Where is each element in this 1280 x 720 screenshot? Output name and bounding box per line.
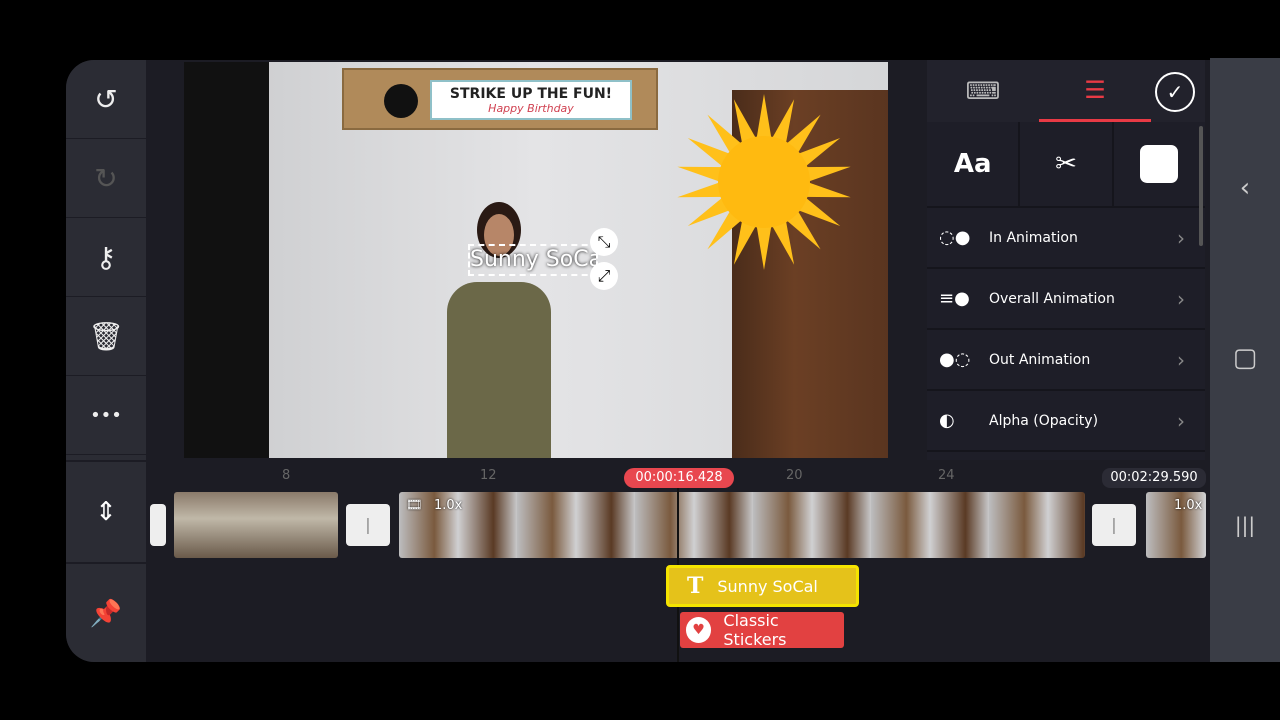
alpha-icon: ◐ <box>939 410 955 431</box>
undo-button[interactable]: ↺ <box>66 60 146 139</box>
row-label: Overall Animation <box>989 290 1115 307</box>
ruler-tick: 20 <box>786 468 803 483</box>
font-button[interactable]: Aa <box>927 122 1021 206</box>
recents-icon[interactable]: ||| <box>1210 513 1280 537</box>
alpha-row[interactable]: ◐ Alpha (Opacity) › <box>927 391 1205 452</box>
out-animation-icon: ●◌ <box>939 349 971 370</box>
chevron-right-icon: › <box>1177 347 1185 372</box>
text-layer-selection[interactable]: Sunny SoCal <box>468 244 598 276</box>
person <box>429 202 569 458</box>
redo-button[interactable]: ↻ <box>66 139 146 218</box>
overall-animation-row[interactable]: ≡● Overall Animation › <box>927 269 1205 330</box>
panel-scrollbar[interactable] <box>1199 126 1203 246</box>
text-clip-label: Sunny SoCal <box>717 576 818 596</box>
banner-subtitle: Happy Birthday <box>488 102 574 115</box>
undo-icon: ↺ <box>94 82 118 116</box>
pin-button[interactable]: 📌 <box>66 564 146 662</box>
text-t-icon: T <box>687 573 704 599</box>
transition-button[interactable] <box>150 504 166 546</box>
more-button[interactable]: ••• <box>66 376 146 455</box>
split-view-icon: ⇕ <box>95 497 117 527</box>
text-clip[interactable]: T Sunny SoCal <box>666 565 859 607</box>
speed-label: 1.0x <box>434 498 463 513</box>
key-icon: ⚷ <box>95 240 117 274</box>
text-options-panel: ⌨ ☰ ✓ Aa ✂ ◌● In Animation › ≡● Overall Ani… <box>927 60 1205 460</box>
timeline: ⇕ 📌 8 12 20 24 | 🎞 1.0x | 1.0x 00:00:16.… <box>66 460 1210 662</box>
sticker-clip[interactable]: ♥ Classic Stickers <box>680 611 844 649</box>
sticker-heart-icon: ♥ <box>686 617 712 643</box>
in-animation-icon: ◌● <box>939 227 971 248</box>
left-toolbar: ↺ ↻ ⚷ 🗑 ••• <box>66 60 146 460</box>
curtain <box>184 62 269 458</box>
color-button[interactable] <box>1114 122 1205 206</box>
transition-button[interactable]: | <box>1092 504 1136 546</box>
video-preview[interactable]: STRIKE UP THE FUN! Happy Birthday Sunny S… <box>184 62 888 458</box>
ruler-tick: 12 <box>480 468 497 483</box>
speed-label: 1.0x <box>1174 498 1203 513</box>
ruler-tick: 8 <box>282 468 291 483</box>
video-clip[interactable] <box>399 492 1085 558</box>
confirm-button[interactable]: ✓ <box>1155 72 1195 112</box>
row-label: Alpha (Opacity) <box>989 412 1099 429</box>
transition-button[interactable]: | <box>346 504 390 546</box>
more-icon: ••• <box>90 404 122 426</box>
scissors-icon: ✂ <box>1055 149 1077 179</box>
pin-icon: 📌 <box>89 599 123 629</box>
android-nav-bar: ‹ ▢ ||| <box>1210 58 1280 662</box>
checklist-icon: ☰ <box>1084 75 1106 104</box>
split-view-button[interactable]: ⇕ <box>66 462 146 562</box>
back-icon[interactable]: ‹ <box>1210 173 1280 203</box>
cut-button[interactable]: ✂ <box>1020 122 1114 206</box>
ruler-tick: 24 <box>938 468 955 483</box>
bowling-ball-icon <box>384 84 418 118</box>
film-icon: 🎞 <box>406 498 423 513</box>
color-swatch <box>1140 145 1179 183</box>
check-icon: ✓ <box>1166 80 1184 104</box>
row-label: In Animation <box>989 229 1078 246</box>
keyboard-icon: ⌨ <box>965 77 1001 105</box>
sticker-clip-label: Classic Stickers <box>723 611 787 649</box>
delete-button[interactable]: 🗑 <box>66 297 146 376</box>
editor-app: ↺ ↻ ⚷ 🗑 ••• STRIKE UP THE FUN! Happy Birt… <box>66 60 1210 662</box>
image-clip[interactable] <box>174 492 338 558</box>
tab-keyboard[interactable]: ⌨ <box>927 60 1039 122</box>
overall-animation-icon: ≡● <box>939 288 970 309</box>
row-label: Out Animation <box>989 351 1091 368</box>
chevron-right-icon: › <box>1177 408 1185 433</box>
in-animation-row[interactable]: ◌● In Animation › <box>927 208 1205 269</box>
banner-title: STRIKE UP THE FUN! <box>449 86 613 102</box>
redo-icon: ↻ <box>94 161 118 195</box>
rotate-handle-icon[interactable]: ⤡ <box>590 228 618 256</box>
birthday-banner: STRIKE UP THE FUN! Happy Birthday <box>342 68 658 130</box>
font-label: Aa <box>953 149 992 179</box>
trash-icon: 🗑 <box>88 319 124 353</box>
home-icon[interactable]: ▢ <box>1210 343 1280 373</box>
tab-options[interactable]: ☰ <box>1039 60 1151 122</box>
chevron-right-icon: › <box>1177 286 1185 311</box>
total-duration: 00:02:29.590 <box>1102 468 1206 488</box>
sun-sticker[interactable] <box>674 92 854 272</box>
keyframe-button[interactable]: ⚷ <box>66 218 146 297</box>
resize-handle-icon[interactable]: ⤢ <box>590 262 618 290</box>
out-animation-row[interactable]: ●◌ Out Animation › <box>927 330 1205 391</box>
playhead-time[interactable]: 00:00:16.428 <box>624 468 734 488</box>
